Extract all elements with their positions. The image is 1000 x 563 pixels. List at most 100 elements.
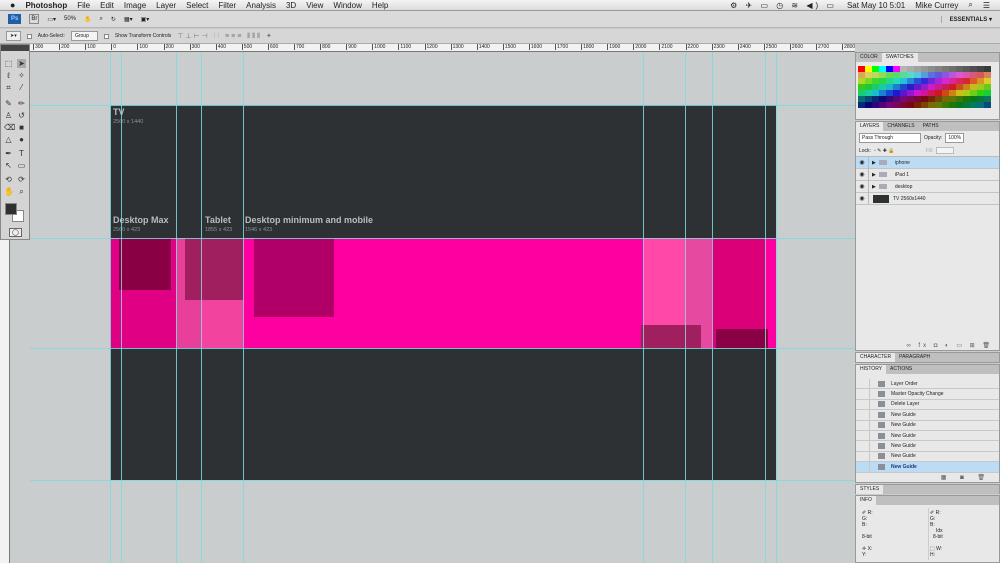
color-swatch[interactable] bbox=[928, 102, 935, 108]
tab-actions[interactable]: ACTIONS bbox=[886, 365, 916, 374]
guide[interactable] bbox=[243, 52, 244, 563]
menu-edit[interactable]: Edit bbox=[100, 1, 114, 10]
tab-styles[interactable]: STYLES bbox=[856, 485, 884, 494]
menu-view[interactable]: View bbox=[306, 1, 323, 10]
color-swatch[interactable] bbox=[893, 102, 900, 108]
clock[interactable]: Sat May 10 5:01 bbox=[847, 1, 905, 10]
tab-character[interactable]: CHARACTER bbox=[856, 353, 896, 362]
color-swatch[interactable] bbox=[949, 102, 956, 108]
tab-info[interactable]: INFO bbox=[856, 496, 876, 505]
color-swatch[interactable] bbox=[970, 102, 977, 108]
expand-icon[interactable]: ▶ bbox=[872, 172, 876, 178]
align-buttons[interactable]: ⊤⊥⊢⊣ ⫶⫶ ≡≡≡ ⫴⫴⫴ ✦ bbox=[177, 32, 274, 41]
transform-checkbox[interactable] bbox=[103, 33, 109, 39]
snapshot-source[interactable] bbox=[856, 462, 870, 472]
menu-layer[interactable]: Layer bbox=[156, 1, 176, 10]
screen-mode-button[interactable]: ▭▾ bbox=[47, 16, 56, 23]
menu-3d[interactable]: 3D bbox=[286, 1, 296, 10]
guide[interactable] bbox=[685, 52, 686, 563]
tab-swatches[interactable]: SWATCHES bbox=[881, 53, 918, 62]
snapshot-source[interactable] bbox=[856, 379, 870, 389]
list-icon[interactable]: ☰ bbox=[983, 1, 990, 10]
guide[interactable] bbox=[643, 52, 644, 563]
dodge-tool-icon[interactable]: ● bbox=[17, 135, 26, 144]
tab-history[interactable]: HISTORY bbox=[856, 365, 887, 374]
guide[interactable] bbox=[712, 52, 713, 563]
expand-icon[interactable]: ▶ bbox=[872, 160, 876, 166]
expand-icon[interactable]: ▶ bbox=[872, 184, 876, 190]
snapshot-source[interactable] bbox=[856, 389, 870, 399]
guide[interactable] bbox=[201, 52, 202, 563]
color-swatch[interactable] bbox=[914, 102, 921, 108]
extras-button[interactable]: ▣▾ bbox=[141, 16, 150, 23]
tab-color[interactable]: COLOR bbox=[856, 53, 882, 62]
user-name[interactable]: Mike Currey bbox=[915, 1, 958, 10]
color-swatch[interactable] bbox=[900, 102, 907, 108]
lock-icons[interactable]: ▫ ✎ ✚ 🔒 bbox=[874, 148, 895, 154]
menu-window[interactable]: Window bbox=[333, 1, 361, 10]
app-name[interactable]: Photoshop bbox=[25, 1, 67, 10]
layer-row[interactable]: ◉ ▶ desktop bbox=[856, 180, 999, 193]
color-swatch[interactable] bbox=[942, 102, 949, 108]
stamp-tool-icon[interactable]: ♙ bbox=[4, 111, 13, 120]
layer-row[interactable]: ◉ TV 2560x1440 bbox=[856, 192, 999, 205]
type-tool-icon[interactable]: T bbox=[17, 149, 26, 158]
color-swatch[interactable] bbox=[977, 102, 984, 108]
guide[interactable] bbox=[30, 348, 855, 349]
guide[interactable] bbox=[176, 52, 177, 563]
guide[interactable] bbox=[121, 52, 122, 563]
snapshot-source[interactable] bbox=[856, 441, 870, 451]
guide[interactable] bbox=[776, 52, 777, 563]
menu-filter[interactable]: Filter bbox=[218, 1, 236, 10]
eraser-tool-icon[interactable]: ⌫ bbox=[4, 123, 15, 132]
color-swatch[interactable] bbox=[984, 102, 991, 108]
move-tool-preset[interactable]: ➤▾ bbox=[6, 31, 21, 41]
history-item[interactable]: Master Opacity Change bbox=[856, 389, 999, 400]
bridge-button[interactable]: Br bbox=[29, 14, 40, 24]
blur-tool-icon[interactable]: △ bbox=[4, 135, 13, 144]
3d-orbit-icon[interactable]: ⟳ bbox=[17, 175, 26, 184]
guide[interactable] bbox=[30, 238, 855, 239]
rotate-icon[interactable]: ↻ bbox=[111, 16, 116, 23]
swatch-grid[interactable] bbox=[858, 66, 997, 108]
guide[interactable] bbox=[30, 480, 855, 481]
tab-paragraph[interactable]: PARAGRAPH bbox=[895, 353, 934, 362]
shape-tool-icon[interactable]: ▭ bbox=[17, 161, 26, 170]
history-item[interactable]: New Guide bbox=[856, 430, 999, 442]
zoom-tool-icon[interactable]: ⌕ bbox=[17, 187, 26, 196]
arrange-button[interactable]: ▦▾ bbox=[124, 16, 133, 23]
history-item[interactable]: New Guide bbox=[856, 451, 999, 463]
layer-row[interactable]: ◉ ▶ iphone bbox=[856, 156, 999, 169]
lasso-tool-icon[interactable]: ℓ bbox=[4, 71, 13, 80]
layer-row[interactable]: ◉ ▶ iPad 1 bbox=[856, 168, 999, 181]
history-item[interactable]: Delete Layer bbox=[856, 399, 999, 411]
history-brush-icon[interactable]: ↺ bbox=[17, 111, 26, 120]
workspace-switcher[interactable]: ESSENTIALS ▾ bbox=[940, 15, 992, 23]
eyedropper-icon[interactable]: ⁄ bbox=[17, 83, 26, 92]
menu-image[interactable]: Image bbox=[124, 1, 146, 10]
zoom-level[interactable]: 50% bbox=[64, 16, 76, 22]
history-item[interactable]: New Guide bbox=[856, 462, 999, 473]
color-swatch[interactable] bbox=[921, 102, 928, 108]
color-swatch[interactable] bbox=[956, 102, 963, 108]
spotlight-icon[interactable]: ⌕ bbox=[968, 0, 972, 10]
tools-header[interactable] bbox=[1, 45, 29, 51]
history-item[interactable]: New Guide bbox=[856, 420, 999, 431]
status-icons[interactable]: ⚙ ✈ ▭ ◷ ≋ ◀) ▭ bbox=[730, 1, 837, 10]
eye-icon[interactable]: ◉ bbox=[856, 168, 869, 181]
quick-mask-icon[interactable]: ◯ bbox=[9, 228, 22, 237]
crop-tool-icon[interactable]: ⌗ bbox=[4, 83, 13, 92]
hand-tool-icon[interactable]: ✋ bbox=[4, 187, 14, 196]
color-swatch[interactable] bbox=[865, 102, 872, 108]
auto-select-checkbox[interactable] bbox=[26, 33, 32, 39]
vertical-ruler[interactable] bbox=[0, 240, 10, 563]
3d-rotate-icon[interactable]: ⟲ bbox=[4, 175, 13, 184]
history-item[interactable]: New Guide bbox=[856, 410, 999, 421]
menu-select[interactable]: Select bbox=[186, 1, 208, 10]
snapshot-source[interactable] bbox=[856, 430, 870, 441]
blend-mode-select[interactable]: Pass Through bbox=[859, 133, 921, 143]
snapshot-source[interactable] bbox=[856, 451, 870, 462]
menu-file[interactable]: File bbox=[77, 1, 90, 10]
color-swatch[interactable] bbox=[886, 102, 893, 108]
color-swatch[interactable] bbox=[907, 102, 914, 108]
